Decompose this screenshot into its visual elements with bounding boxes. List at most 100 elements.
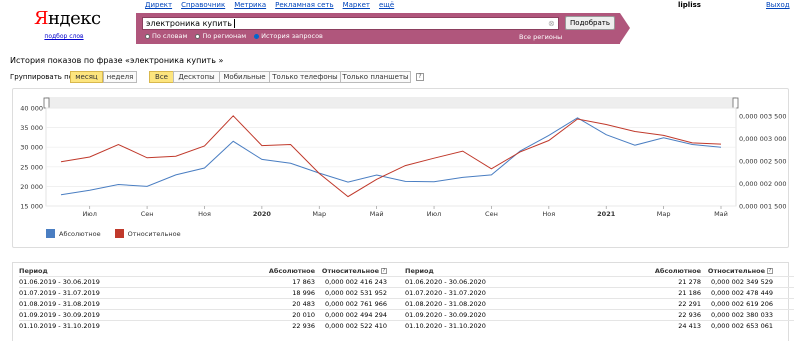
table-header: Период Абсолютное Относительное?: [405, 266, 794, 276]
table-body: 01.06.2019 - 30.06.2019 17 863 0,000 002 4…: [19, 276, 408, 331]
table-header: Период Абсолютное Относительное?: [19, 266, 408, 276]
top-nav: Директ Справочник Метрика Рекламная сеть…: [145, 0, 394, 10]
tab-all[interactable]: Все: [149, 71, 174, 83]
table-row: 01.08.2020 - 31.08.2020 22 291 0,000 002 6…: [405, 298, 794, 309]
radio-selected-icon: [254, 33, 260, 39]
brand-name: Яндекс: [34, 8, 101, 29]
group-week-button[interactable]: неделя: [103, 71, 137, 83]
nav-directory[interactable]: Справочник: [181, 0, 225, 10]
header-absolute: Абсолютное: [268, 267, 315, 275]
table-row: 01.09.2020 - 30.09.2020 22 936 0,000 002 3…: [405, 309, 794, 320]
legend-absolute[interactable]: Абсолютное: [46, 229, 101, 238]
x-tick-label: Сен: [485, 210, 498, 218]
header-period: Период: [19, 267, 48, 275]
x-tick-label: Май: [370, 210, 384, 218]
left-tick-label: 20 000: [20, 183, 43, 191]
history-chart: 15 000 20 000 25 000 30 000 35 000 40 000 0,0…: [20, 97, 787, 218]
right-tick-label: 0,000 003 000: [739, 135, 787, 143]
help-icon[interactable]: ?: [381, 268, 387, 274]
wordstat-link[interactable]: подбор слов: [34, 33, 94, 40]
cell-absolute: 21 186: [678, 289, 701, 297]
page-title: История показов по фразе «электроника ку…: [10, 56, 224, 65]
group-month-button[interactable]: месяц: [70, 71, 103, 83]
search-mode-group: По словам По регионам История запросов: [145, 32, 323, 40]
cell-period: 01.07.2019 - 31.07.2019: [19, 289, 100, 297]
clear-icon[interactable]: ⊗: [548, 19, 555, 28]
cell-absolute: 21 278: [678, 278, 701, 286]
x-tick-label: 2021: [597, 210, 616, 218]
cell-absolute: 20 483: [292, 300, 315, 308]
range-selector-track[interactable]: [46, 97, 736, 108]
cell-relative: 0,000 002 653 061: [710, 322, 773, 330]
table-row: 01.07.2019 - 31.07.2019 18 996 0,000 002 5…: [19, 287, 408, 298]
exit-link[interactable]: Выход: [766, 0, 790, 10]
right-tick-label: 0,000 002 500: [739, 158, 787, 166]
tab-phones-only[interactable]: Только телефоны: [269, 71, 341, 83]
help-icon[interactable]: ?: [767, 268, 773, 274]
range-handle-left[interactable]: [43, 97, 50, 109]
header-period: Период: [405, 267, 434, 275]
left-axis: 15 000 20 000 25 000 30 000 35 000 40 000: [20, 105, 43, 211]
nav-direct[interactable]: Директ: [145, 0, 172, 10]
cell-relative: 0,000 002 619 206: [710, 300, 773, 308]
mode-history[interactable]: История запросов: [254, 32, 323, 40]
cell-period: 01.06.2019 - 30.06.2019: [19, 278, 100, 286]
cell-relative: 0,000 002 380 033: [710, 311, 773, 319]
username[interactable]: lipliss: [678, 0, 701, 10]
cell-period: 01.06.2020 - 30.06.2020: [405, 278, 486, 286]
cell-relative: 0,000 002 522 410: [324, 322, 387, 330]
text-caret: [233, 19, 235, 28]
radio-icon: [195, 33, 201, 39]
mode-by-words[interactable]: По словам: [145, 32, 187, 40]
regions-link[interactable]: Все регионы: [519, 33, 562, 41]
tab-desktops[interactable]: Десктопы: [173, 71, 220, 83]
nav-ad-network[interactable]: Рекламная сеть: [275, 0, 333, 10]
header-absolute: Абсолютное: [654, 267, 701, 275]
cell-period: 01.09.2019 - 30.09.2019: [19, 311, 100, 319]
x-tick-label: Май: [714, 210, 728, 218]
mode-by-regions[interactable]: По регионам: [195, 32, 246, 40]
x-tick-label: Мар: [312, 210, 326, 218]
table-row: 01.07.2020 - 31.07.2020 21 186 0,000 002 4…: [405, 287, 794, 298]
search-query-text: электроника купить: [146, 19, 232, 28]
cell-period: 01.07.2020 - 31.07.2020: [405, 289, 486, 297]
header-relative: Относительное?: [707, 267, 773, 275]
table-body: 01.06.2020 - 30.06.2020 21 278 0,000 002 3…: [405, 276, 794, 331]
legend-relative[interactable]: Относительное: [114, 229, 181, 238]
table-left-half: Период Абсолютное Относительное? 01.06.2…: [19, 266, 408, 331]
radio-icon: [145, 33, 150, 39]
left-tick-label: 25 000: [20, 163, 43, 171]
nav-more[interactable]: ещё: [379, 0, 394, 10]
cell-absolute: 18 996: [292, 289, 315, 297]
plot-border: [45, 107, 737, 207]
tab-tablets-only[interactable]: Только планшеты: [340, 71, 411, 83]
cell-relative: 0,000 002 416 243: [324, 278, 387, 286]
x-tick-label: Ноя: [198, 210, 211, 218]
cell-relative: 0,000 002 478 449: [710, 289, 773, 297]
help-icon[interactable]: ?: [416, 73, 424, 81]
nav-market[interactable]: Маркет: [343, 0, 370, 10]
device-tabs: Все Десктопы Мобильные Только телефоны Т…: [149, 71, 411, 83]
yandex-logo[interactable]: Яндекс подбор слов: [34, 8, 101, 40]
search-input[interactable]: электроника купить: [142, 17, 559, 30]
search-bar-tail: [620, 13, 630, 43]
group-by-label: Группировать по:: [10, 73, 76, 81]
range-handle-right[interactable]: [732, 97, 739, 109]
tab-mobile[interactable]: Мобильные: [219, 71, 270, 83]
x-tick-label: 2020: [253, 210, 272, 218]
left-tick-label: 40 000: [20, 105, 43, 113]
chart-grid: [45, 107, 737, 207]
cell-period: 01.08.2019 - 31.08.2019: [19, 300, 100, 308]
series-absolute-line: [60, 117, 722, 196]
x-axis: Июл Сен Ноя 2020 Мар Май Июл Сен Ноя 2021 Мар Май: [82, 206, 728, 218]
cell-relative: 0,000 002 494 294: [324, 311, 387, 319]
x-tick-label: Июл: [427, 210, 442, 218]
x-tick-label: Сен: [141, 210, 154, 218]
cell-absolute: 24 413: [678, 322, 701, 330]
left-tick-label: 15 000: [20, 203, 43, 211]
legend-swatch-absolute: [46, 229, 55, 238]
left-tick-label: 35 000: [20, 124, 43, 132]
nav-metrika[interactable]: Метрика: [234, 0, 266, 10]
cell-relative: 0,000 002 349 529: [710, 278, 773, 286]
search-button[interactable]: Подобрать: [565, 16, 615, 30]
